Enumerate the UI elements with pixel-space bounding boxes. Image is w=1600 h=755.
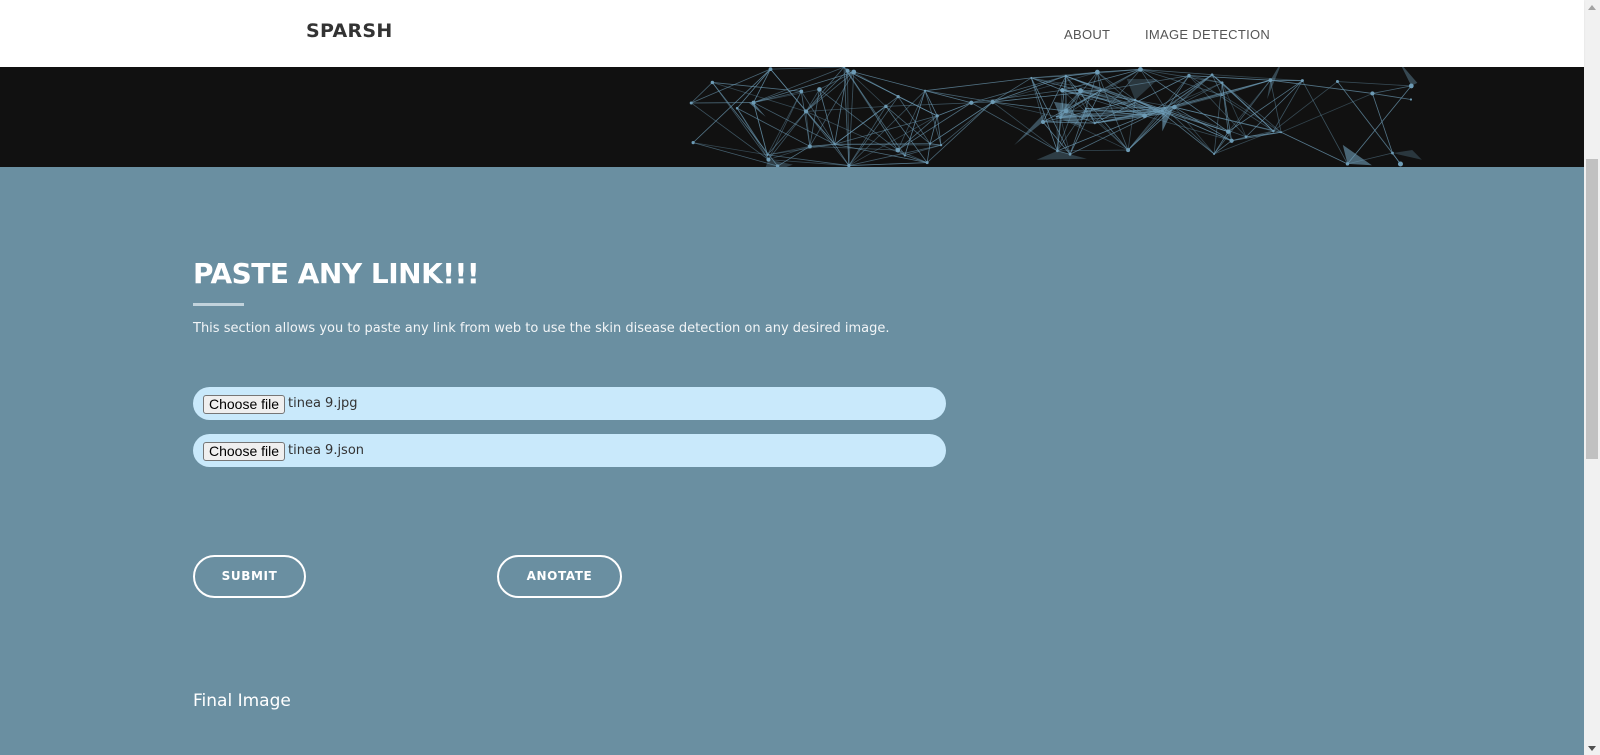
scroll-up-arrow-icon[interactable] xyxy=(1588,5,1596,10)
json-file-name: tinea 9.json xyxy=(288,443,365,458)
choose-image-file-button[interactable]: Choose file xyxy=(203,395,285,414)
nav-link-image-detection[interactable]: IMAGE DETECTION xyxy=(1145,27,1270,42)
paste-link-section: PASTE ANY LINK!!! This section allows yo… xyxy=(0,167,1584,755)
page-scrollbar[interactable] xyxy=(1584,0,1600,755)
json-file-input[interactable]: Choose file tinea 9.json xyxy=(193,434,946,467)
section-description: This section allows you to paste any lin… xyxy=(193,321,890,336)
choose-json-file-button[interactable]: Choose file xyxy=(203,442,285,461)
scroll-thumb[interactable] xyxy=(1586,159,1598,459)
submit-button[interactable]: SUBMIT xyxy=(193,555,306,598)
section-title: PASTE ANY LINK!!! xyxy=(193,257,480,290)
nav-link-about[interactable]: ABOUT xyxy=(1064,27,1110,42)
hero-banner xyxy=(0,67,1584,167)
scroll-down-arrow-icon[interactable] xyxy=(1588,746,1596,751)
page: SPARSH ABOUT IMAGE DETECTION PASTE ANY L… xyxy=(0,0,1600,755)
final-image-label: Final Image xyxy=(193,691,291,711)
image-file-input[interactable]: Choose file tinea 9.jpg xyxy=(193,387,946,420)
network-pattern-image xyxy=(689,67,1422,167)
image-file-name: tinea 9.jpg xyxy=(288,396,358,411)
anotate-button[interactable]: ANOTATE xyxy=(497,555,622,598)
brand-logo[interactable]: SPARSH xyxy=(306,20,393,42)
navbar: SPARSH ABOUT IMAGE DETECTION xyxy=(0,0,1584,67)
title-underline xyxy=(193,303,244,306)
